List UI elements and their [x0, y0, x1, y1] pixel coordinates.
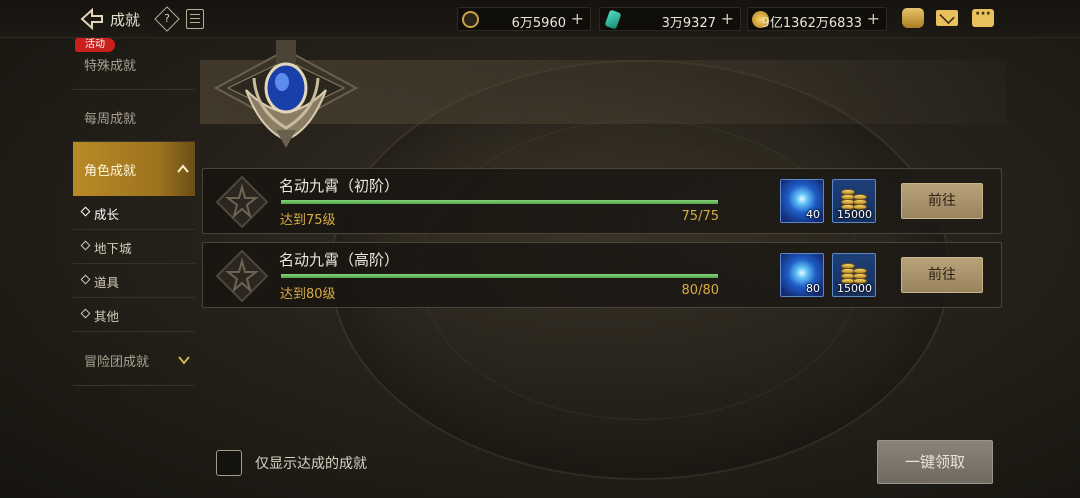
add-currency-button[interactable]: + — [571, 9, 584, 28]
mail-icon[interactable] — [936, 10, 958, 26]
gem-crystal-icon — [604, 9, 622, 30]
sidebar-item-label: 特殊成就 — [84, 59, 137, 74]
currency-value: 9亿1362万6833 — [761, 16, 862, 31]
achievement-requirement: 达到80级 — [280, 287, 336, 302]
achievement-row: 名动九霄（高阶） 达到80级 80/80 80 15000 前往 — [202, 242, 1002, 308]
diamond-bullet-icon — [80, 308, 91, 319]
currency-value: 6万5960 — [511, 16, 566, 31]
reward-quantity: 15000 — [837, 282, 872, 295]
sidebar-item-label: 冒险团成就 — [84, 355, 150, 370]
achievement-emblem-icon — [213, 40, 359, 148]
chevron-up-icon — [177, 164, 189, 173]
reward-gold-coins[interactable]: 15000 — [832, 179, 876, 223]
sidebar-item-label: 角色成就 — [84, 164, 137, 179]
diamond-bullet-icon — [80, 240, 91, 251]
reward-blue-orb[interactable]: 40 — [780, 179, 824, 223]
help-icon[interactable]: ? — [154, 6, 180, 32]
sidebar-item-label: 每周成就 — [84, 112, 137, 127]
reward-quantity: 15000 — [837, 208, 872, 221]
add-currency-button[interactable]: + — [867, 9, 880, 28]
chat-icon[interactable] — [972, 6, 994, 27]
go-button[interactable]: 前往 — [901, 183, 983, 219]
reward-quantity: 80 — [806, 282, 820, 295]
progress-text: 80/80 — [681, 283, 719, 298]
achievement-title: 名动九霄（高阶） — [279, 251, 400, 269]
page-title: 成就 — [110, 11, 141, 29]
star-badge-icon — [215, 175, 269, 229]
currency-gem: 3万9327 + — [599, 7, 741, 31]
sidebar-subitem-items[interactable]: 道具 — [73, 264, 195, 298]
sidebar: 活动 特殊成就 每周成就 角色成就 成长 地下城 道具 其他 冒险团成就 — [73, 38, 195, 398]
currency-value: 3万9327 — [661, 16, 716, 31]
chevron-down-icon — [178, 356, 190, 365]
event-badge: 活动 — [75, 38, 115, 52]
currency-coin: 9亿1362万6833 + — [747, 7, 887, 31]
subitem-label: 成长 — [94, 207, 120, 222]
progress-fill — [281, 200, 718, 204]
diamond-bullet-icon — [80, 206, 91, 217]
top-bar: 成就 ? 6万5960 + 3万9327 + 9亿1362万6833 + — [0, 0, 1080, 38]
sidebar-item-weekly[interactable]: 每周成就 — [73, 90, 195, 142]
gold-coin-icon — [462, 11, 479, 28]
sidebar-subitem-other[interactable]: 其他 — [73, 298, 195, 332]
progress-fill — [281, 274, 718, 278]
sidebar-subitem-growth[interactable]: 成长 — [73, 196, 195, 230]
show-completed-label: 仅显示达成的成就 — [255, 456, 367, 472]
achievement-requirement: 达到75级 — [280, 213, 336, 228]
subitem-label: 其他 — [94, 309, 120, 324]
reward-gold-coins[interactable]: 15000 — [832, 253, 876, 297]
back-arrow-icon[interactable] — [80, 8, 104, 30]
sidebar-item-role[interactable]: 角色成就 — [73, 142, 195, 196]
reward-blue-orb[interactable]: 80 — [780, 253, 824, 297]
star-badge-icon — [215, 249, 269, 303]
add-currency-button[interactable]: + — [721, 9, 734, 28]
go-button[interactable]: 前往 — [901, 257, 983, 293]
achievement-row: 名动九霄（初阶） 达到75级 75/75 40 15000 前往 — [202, 168, 1002, 234]
claim-all-button[interactable]: 一键领取 — [877, 440, 993, 484]
show-completed-checkbox[interactable] — [216, 450, 242, 476]
achievement-title: 名动九霄（初阶） — [279, 177, 400, 195]
progress-bar — [281, 200, 718, 204]
currency-gold: 6万5960 + — [457, 7, 591, 31]
bag-icon[interactable] — [902, 8, 924, 28]
diamond-bullet-icon — [80, 274, 91, 285]
progress-text: 75/75 — [681, 209, 719, 224]
sidebar-item-adventure-group[interactable]: 冒险团成就 — [73, 334, 195, 386]
progress-bar — [281, 274, 718, 278]
sidebar-subitem-dungeon[interactable]: 地下城 — [73, 230, 195, 264]
reward-quantity: 40 — [806, 208, 820, 221]
sidebar-item-special[interactable]: 活动 特殊成就 — [73, 38, 195, 90]
guide-book-icon[interactable] — [186, 9, 204, 29]
subitem-label: 道具 — [94, 275, 120, 290]
subitem-label: 地下城 — [94, 241, 132, 256]
